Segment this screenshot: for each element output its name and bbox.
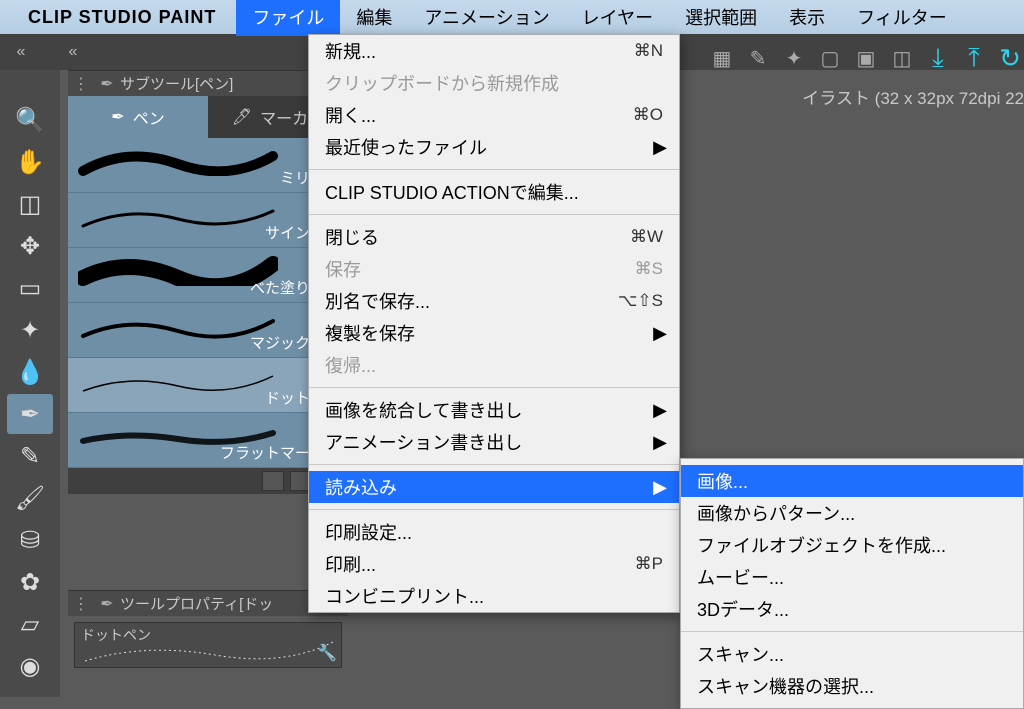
subtool-panel: ✒ペン 🖊マーカー ミリペン サインペン べた塗りペン マジックペン ドットペン… <box>68 96 348 494</box>
submenu-item[interactable]: 画像... <box>681 465 1023 497</box>
subtool-footer <box>68 468 348 494</box>
stroke-preview <box>78 366 278 396</box>
menu-item[interactable]: アニメーション書き出し▶ <box>309 426 679 458</box>
menu-item[interactable]: 新規...⌘N <box>309 35 679 67</box>
stroke-preview <box>78 256 278 286</box>
stroke-preview <box>78 201 278 231</box>
brush-item[interactable]: サインペン <box>68 193 348 248</box>
airbrush-tool[interactable]: ⛁ <box>7 520 53 560</box>
object-tool[interactable]: ◫ <box>7 184 53 224</box>
menu-item[interactable]: 複製を保存▶ <box>309 317 679 349</box>
subtool-tabs: ✒ペン 🖊マーカー <box>68 96 348 138</box>
submenu-item[interactable]: ムービー... <box>681 561 1023 593</box>
tab-pen-label: ペン <box>133 105 165 129</box>
menu-item[interactable]: 印刷設定... <box>309 516 679 548</box>
menu-item[interactable]: 印刷...⌘P <box>309 548 679 580</box>
footer-btn-1[interactable] <box>262 471 284 491</box>
marquee-tool[interactable]: ▭ <box>7 268 53 308</box>
menubar: CLIP STUDIO PAINT ファイル 編集 アニメーション レイヤー 選… <box>0 0 1024 34</box>
flip-h-icon[interactable]: ⤓ <box>924 44 952 72</box>
pen-tool[interactable]: ✒ <box>7 394 53 434</box>
toolprop-body: ドットペン 🔧 <box>68 616 348 697</box>
menu-filter[interactable]: フィルター <box>841 0 963 36</box>
menu-animation[interactable]: アニメーション <box>408 0 565 36</box>
submenu-item[interactable]: 画像からパターン... <box>681 497 1023 529</box>
marquee-icon[interactable]: ◫ <box>888 44 916 72</box>
import-submenu: 画像...画像からパターン...ファイルオブジェクトを作成...ムービー...3… <box>680 458 1024 709</box>
brush-icon[interactable]: ✎ <box>744 44 772 72</box>
brush-item[interactable]: フラットマーカー <box>68 413 348 468</box>
stroke-preview <box>78 146 278 176</box>
stroke-preview <box>78 311 278 341</box>
brush-item[interactable]: ドットペン <box>68 358 348 413</box>
menu-item: 保存⌘S <box>309 253 679 285</box>
app-title: CLIP STUDIO PAINT <box>28 7 216 28</box>
menu-view[interactable]: 表示 <box>773 0 841 36</box>
brush-tool[interactable]: 🖌 <box>7 478 53 518</box>
pen-tab-icon: ✒ <box>111 107 124 127</box>
brush-item[interactable]: ミリペン <box>68 138 348 193</box>
menu-item[interactable]: コンビニプリント... <box>309 580 679 612</box>
toolprop-title: ツールプロパティ[ドッ <box>120 593 273 614</box>
decoration-tool[interactable]: ✿ <box>7 562 53 602</box>
subtool-title: サブツール[ペン] <box>120 73 233 94</box>
grid-icon[interactable]: ▦ <box>708 44 736 72</box>
subtool-grip-icon[interactable]: ⋮ <box>68 74 94 94</box>
eyedropper-tool[interactable]: 💧 <box>7 352 53 392</box>
toolprop-preview: ドットペン 🔧 <box>74 622 342 668</box>
wand-tool[interactable]: ✦ <box>7 310 53 350</box>
menu-edit[interactable]: 編集 <box>340 0 408 36</box>
pen-icon: ✒ <box>94 74 120 94</box>
zoom-tool[interactable]: 🔍 <box>7 100 53 140</box>
rotate-icon[interactable]: ↻ <box>996 44 1024 72</box>
wrench-icon[interactable]: 🔧 <box>317 643 337 663</box>
menu-layer[interactable]: レイヤー <box>566 0 669 36</box>
collapse-mid-icon[interactable]: « <box>56 37 90 67</box>
eraser-tool[interactable]: ▱ <box>7 604 53 644</box>
submenu-item[interactable]: スキャン機器の選択... <box>681 670 1023 702</box>
brush-item[interactable]: べた塗りペン <box>68 248 348 303</box>
canvas-info: イラスト (32 x 32px 72dpi 22 <box>802 84 1024 109</box>
brush-item[interactable]: マジックペン <box>68 303 348 358</box>
marker-tab-icon: 🖊 <box>232 107 252 127</box>
toolprop-header: ⋮ ✒ ツールプロパティ[ドッ <box>68 590 348 616</box>
file-menu: 新規...⌘Nクリップボードから新規作成開く...⌘O最近使ったファイル▶ CLI… <box>308 34 680 613</box>
target-icon[interactable]: ✦ <box>780 44 808 72</box>
top-toolbar: ▦ ✎ ✦ ▢ ▣ ◫ ⤓ ⤒ ↻ <box>708 38 1024 78</box>
blend-tool[interactable]: ◉ <box>7 646 53 686</box>
menu-selection[interactable]: 選択範囲 <box>669 0 773 36</box>
menu-item[interactable]: 最近使ったファイル▶ <box>309 131 679 163</box>
move-tool[interactable]: ✥ <box>7 226 53 266</box>
collapse-left-icon[interactable]: « <box>4 37 38 67</box>
tab-pen[interactable]: ✒ ペン <box>68 96 208 138</box>
toolprop-grip-icon[interactable]: ⋮ <box>68 594 94 614</box>
menu-item[interactable]: 閉じる⌘W <box>309 221 679 253</box>
menu-item[interactable]: 読み込み▶ <box>309 471 679 503</box>
submenu-item[interactable]: 3Dデータ... <box>681 593 1023 625</box>
square-icon[interactable]: ▢ <box>816 44 844 72</box>
flip-v-icon[interactable]: ⤒ <box>960 44 988 72</box>
submenu-item[interactable]: ファイルオブジェクトを作成... <box>681 529 1023 561</box>
menu-item: 復帰... <box>309 349 679 381</box>
overlap-icon[interactable]: ▣ <box>852 44 880 72</box>
hand-tool[interactable]: ✋ <box>7 142 53 182</box>
pen-icon: ✒ <box>94 594 120 614</box>
menu-item[interactable]: 画像を統合して書き出し▶ <box>309 394 679 426</box>
pencil-tool[interactable]: ✎ <box>7 436 53 476</box>
menu-item: クリップボードから新規作成 <box>309 67 679 99</box>
menu-item[interactable]: 別名で保存...⌥⇧S <box>309 285 679 317</box>
menu-item[interactable]: 開く...⌘O <box>309 99 679 131</box>
submenu-item[interactable]: スキャン... <box>681 638 1023 670</box>
tool-column: 🔍 ✋ ◫ ✥ ▭ ✦ 💧 ✒ ✎ 🖌 ⛁ ✿ ▱ ◉ <box>0 70 60 697</box>
menu-file[interactable]: ファイル <box>236 0 340 36</box>
menu-item[interactable]: CLIP STUDIO ACTIONで編集... <box>309 176 679 208</box>
brush-list: ミリペン サインペン べた塗りペン マジックペン ドットペン フラットマーカー <box>68 138 348 468</box>
